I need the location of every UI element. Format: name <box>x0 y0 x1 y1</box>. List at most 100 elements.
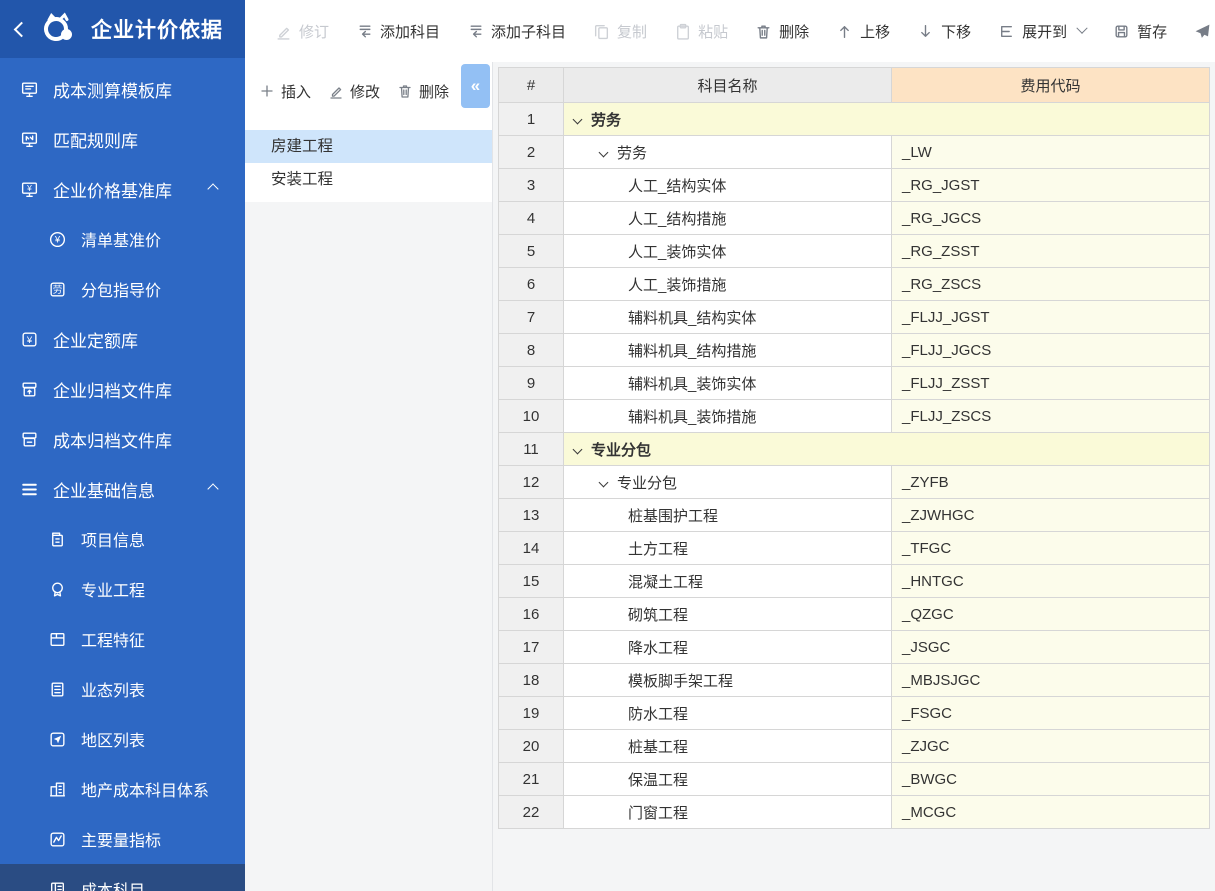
subject-name-cell[interactable]: 防水工程 <box>564 697 892 730</box>
table-row[interactable]: 11 专业分包 <box>499 433 1210 466</box>
subject-name-cell[interactable]: 辅料机具_结构实体 <box>564 301 892 334</box>
table-row[interactable]: 22 门窗工程 _MCGC <box>499 796 1210 829</box>
sidebar-item-cost-subject[interactable]: 成本科目 <box>0 864 245 891</box>
sidebar-item-real-estate-cost-subject-system[interactable]: 地产成本科目体系 <box>0 764 245 814</box>
table-row[interactable]: 8 辅料机具_结构措施 _FLJJ_JGCS <box>499 334 1210 367</box>
subject-group-cell[interactable]: 专业分包 <box>564 433 1210 466</box>
fee-code-cell[interactable]: _BWGC <box>892 763 1210 796</box>
table-row[interactable]: 2 劳务 _LW <box>499 136 1210 169</box>
subject-name-cell[interactable]: 人工_结构措施 <box>564 202 892 235</box>
subject-name-cell[interactable]: 门窗工程 <box>564 796 892 829</box>
sidebar-item-region-list[interactable]: 地区列表 <box>0 714 245 764</box>
col-header-subject-name[interactable]: 科目名称 <box>564 68 892 103</box>
subject-name-cell[interactable]: 降水工程 <box>564 631 892 664</box>
insert-button[interactable]: 插入 <box>259 81 311 102</box>
table-row[interactable]: 21 保温工程 _BWGC <box>499 763 1210 796</box>
sidebar-item-list-base-price[interactable]: ¥ 清单基准价 <box>0 214 245 264</box>
sidebar-item-enterprise-archive-library[interactable]: 企业归档文件库 <box>0 364 245 414</box>
fee-code-cell[interactable]: _FSGC <box>892 697 1210 730</box>
table-row[interactable]: 18 模板脚手架工程 _MBJSJGC <box>499 664 1210 697</box>
copy-button[interactable]: 复制 <box>593 21 647 42</box>
back-icon[interactable] <box>14 21 30 37</box>
table-row[interactable]: 15 混凝土工程 _HNTGC <box>499 565 1210 598</box>
subject-name-cell[interactable]: 混凝土工程 <box>564 565 892 598</box>
add-subject-button[interactable]: 添加科目 <box>356 21 440 42</box>
fee-code-cell[interactable]: _RG_JGST <box>892 169 1210 202</box>
subject-name-cell[interactable]: 模板脚手架工程 <box>564 664 892 697</box>
sidebar-item-engineering-features[interactable]: 工程特征 <box>0 614 245 664</box>
subject-name-cell[interactable]: 人工_装饰实体 <box>564 235 892 268</box>
table-row[interactable]: 19 防水工程 _FSGC <box>499 697 1210 730</box>
sidebar-item-enterprise-quota-library[interactable]: ¥ 企业定额库 <box>0 314 245 364</box>
table-row[interactable]: 10 辅料机具_装饰措施 _FLJJ_ZSCS <box>499 400 1210 433</box>
subject-name-cell[interactable]: 保温工程 <box>564 763 892 796</box>
sidebar-item-main-quantity-indicators[interactable]: 主要量指标 <box>0 814 245 864</box>
fee-code-cell[interactable]: _ZJWHGC <box>892 499 1210 532</box>
paste-button[interactable]: 粘贴 <box>674 21 728 42</box>
chevron-up-icon[interactable] <box>207 483 218 494</box>
panel-delete-button[interactable]: 删除 <box>397 81 449 102</box>
col-header-index[interactable]: # <box>499 68 564 103</box>
fee-code-cell[interactable]: _MBJSJGC <box>892 664 1210 697</box>
table-row[interactable]: 14 土方工程 _TFGC <box>499 532 1210 565</box>
publish-button[interactable]: 发布 <box>1194 21 1215 42</box>
sidebar-item-cost-template-library[interactable]: 成本测算模板库 <box>0 64 245 114</box>
sidebar-item-cost-archive-library[interactable]: 成本归档文件库 <box>0 414 245 464</box>
move-down-button[interactable]: 下移 <box>917 21 971 42</box>
table-row[interactable]: 12 专业分包 _ZYFB <box>499 466 1210 499</box>
subject-name-cell[interactable]: 辅料机具_结构措施 <box>564 334 892 367</box>
table-row[interactable]: 20 桩基工程 _ZJGC <box>499 730 1210 763</box>
caret-down-icon[interactable] <box>573 114 583 124</box>
table-row[interactable]: 1 劳务 <box>499 103 1210 136</box>
sidebar-item-enterprise-price-base-library[interactable]: ¥ 企业价格基准库 <box>0 164 245 214</box>
sidebar-item-project-info[interactable]: 项目信息 <box>0 514 245 564</box>
subject-name-cell[interactable]: 土方工程 <box>564 532 892 565</box>
table-row[interactable]: 17 降水工程 _JSGC <box>499 631 1210 664</box>
sidebar-item-subcontract-guide-price[interactable]: 劳 分包指导价 <box>0 264 245 314</box>
caret-down-icon[interactable] <box>599 147 609 157</box>
move-up-button[interactable]: 上移 <box>836 21 890 42</box>
table-row[interactable]: 16 砌筑工程 _QZGC <box>499 598 1210 631</box>
fee-code-cell[interactable]: _JSGC <box>892 631 1210 664</box>
caret-down-icon[interactable] <box>599 477 609 487</box>
expand-to-button[interactable]: 展开到 <box>998 21 1086 42</box>
table-row[interactable]: 4 人工_结构措施 _RG_JGCS <box>499 202 1210 235</box>
fee-code-cell[interactable]: _FLJJ_JGCS <box>892 334 1210 367</box>
modify-button[interactable]: 修改 <box>328 81 380 102</box>
project-list-item-installation[interactable]: 安装工程 <box>245 163 492 196</box>
subject-name-cell[interactable]: 砌筑工程 <box>564 598 892 631</box>
sidebar-item-business-list[interactable]: 业态列表 <box>0 664 245 714</box>
fee-code-cell[interactable]: _RG_ZSST <box>892 235 1210 268</box>
table-row[interactable]: 7 辅料机具_结构实体 _FLJJ_JGST <box>499 301 1210 334</box>
fee-code-cell[interactable]: _LW <box>892 136 1210 169</box>
table-row[interactable]: 5 人工_装饰实体 _RG_ZSST <box>499 235 1210 268</box>
subject-name-cell[interactable]: 人工_装饰措施 <box>564 268 892 301</box>
fee-code-cell[interactable]: _TFGC <box>892 532 1210 565</box>
subject-name-cell[interactable]: 人工_结构实体 <box>564 169 892 202</box>
sidebar-item-match-rules-library[interactable]: 匹配规则库 <box>0 114 245 164</box>
table-row[interactable]: 3 人工_结构实体 _RG_JGST <box>499 169 1210 202</box>
col-header-fee-code[interactable]: 费用代码 <box>892 68 1210 103</box>
fee-code-cell[interactable]: _ZJGC <box>892 730 1210 763</box>
subject-name-cell[interactable]: 辅料机具_装饰实体 <box>564 367 892 400</box>
temp-save-button[interactable]: 暂存 <box>1113 21 1167 42</box>
table-row[interactable]: 9 辅料机具_装饰实体 _FLJJ_ZSST <box>499 367 1210 400</box>
fee-code-cell[interactable]: _FLJJ_JGST <box>892 301 1210 334</box>
table-row[interactable]: 6 人工_装饰措施 _RG_ZSCS <box>499 268 1210 301</box>
fee-code-cell[interactable]: _ZYFB <box>892 466 1210 499</box>
sidebar-item-professional-engineering[interactable]: 专业工程 <box>0 564 245 614</box>
fee-code-cell[interactable]: _MCGC <box>892 796 1210 829</box>
subject-name-cell[interactable]: 辅料机具_装饰措施 <box>564 400 892 433</box>
caret-down-icon[interactable] <box>573 444 583 454</box>
fee-code-cell[interactable]: _FLJJ_ZSCS <box>892 400 1210 433</box>
subject-group-cell[interactable]: 劳务 <box>564 103 1210 136</box>
collapse-panel-button[interactable]: « <box>461 64 490 108</box>
project-list-item-building[interactable]: 房建工程 <box>245 130 492 163</box>
fee-code-cell[interactable]: _QZGC <box>892 598 1210 631</box>
fee-code-cell[interactable]: _HNTGC <box>892 565 1210 598</box>
sidebar-item-enterprise-basic-info[interactable]: 企业基础信息 <box>0 464 245 514</box>
subject-name-cell[interactable]: 桩基工程 <box>564 730 892 763</box>
revise-button[interactable]: 修订 <box>275 21 329 42</box>
fee-code-cell[interactable]: _RG_JGCS <box>892 202 1210 235</box>
table-row[interactable]: 13 桩基围护工程 _ZJWHGC <box>499 499 1210 532</box>
